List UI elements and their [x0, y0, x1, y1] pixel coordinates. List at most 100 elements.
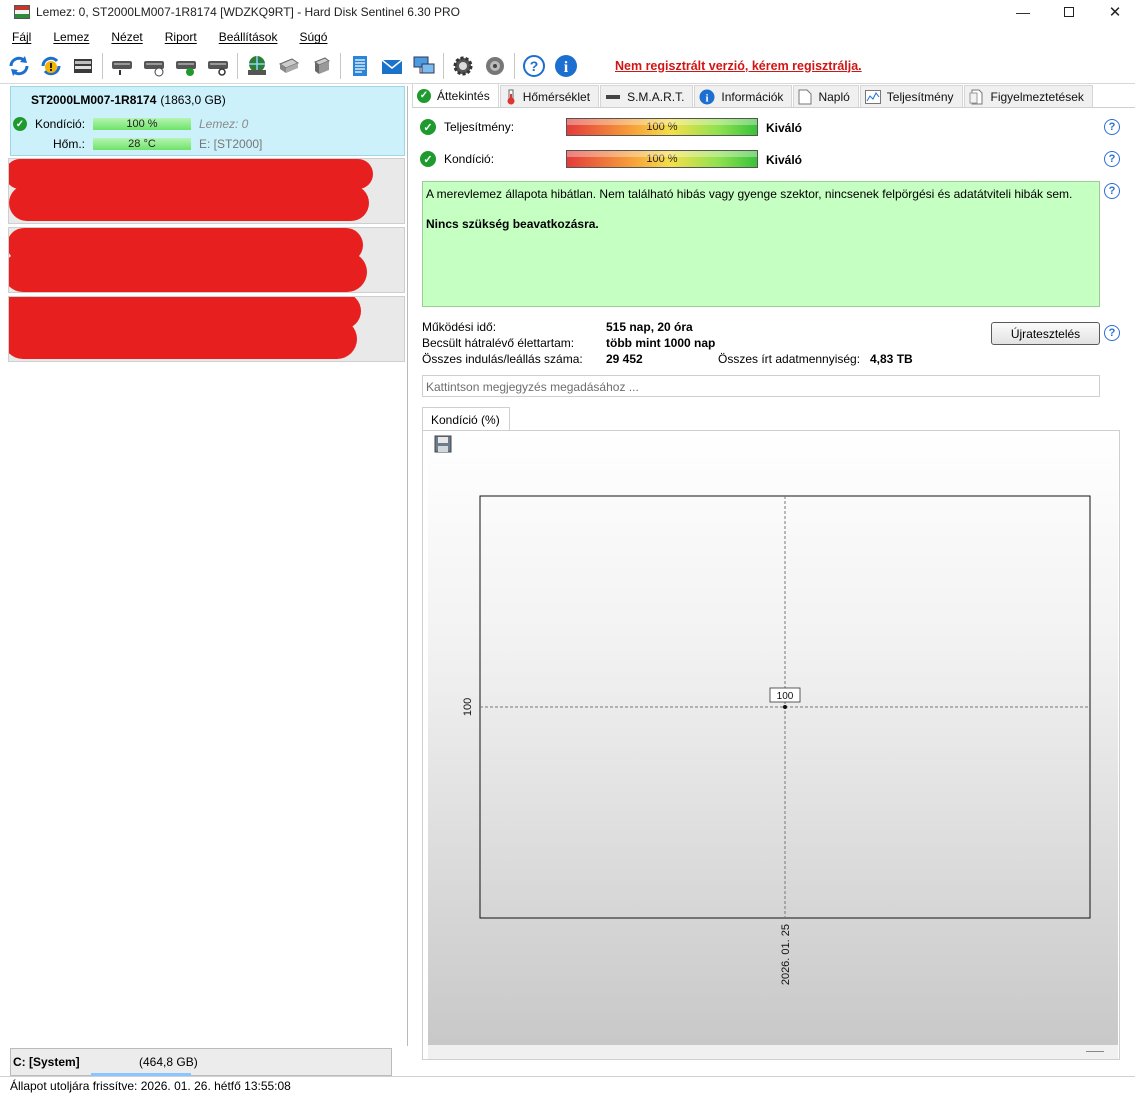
menu-settings[interactable]: Beállítások: [219, 30, 278, 44]
tab-alerts[interactable]: Figyelmeztetések: [963, 85, 1093, 107]
svg-text:i: i: [706, 92, 709, 104]
disk-schedule-icon[interactable]: [141, 53, 167, 79]
smart-icon: [605, 93, 621, 101]
menu-bar: Fájl Lemez Nézet Riport Beállítások Súgó: [0, 28, 1135, 46]
app-icon: [14, 5, 30, 19]
disk-list-icon[interactable]: [70, 53, 96, 79]
toolbar: ? i Nem regisztrált verzió, kérem regisz…: [0, 48, 1135, 84]
partition-name: C: [System]: [13, 1055, 80, 1069]
condition-row: ✓ Kondíció:: [420, 148, 494, 170]
help-icon[interactable]: ?: [1104, 183, 1120, 199]
refresh-alert-icon[interactable]: [38, 53, 64, 79]
maximize-button[interactable]: [1046, 0, 1092, 24]
check-icon: ✓: [420, 151, 436, 167]
chart-background: 100 100 2026. 01. 25: [428, 431, 1118, 1045]
disk-list-panel: ST2000LM007-1R8174 (1863,0 GB) ✓ Kondíció…: [8, 86, 408, 1076]
tab-overview[interactable]: ✓ Áttekintés: [412, 83, 499, 107]
refresh-icon[interactable]: [6, 53, 32, 79]
y-tick-label: 100: [462, 698, 474, 716]
log-icon: [798, 89, 812, 105]
disk-card-redacted[interactable]: [8, 227, 405, 293]
disk-card-redacted[interactable]: [8, 296, 405, 362]
power-on-label: Működési idő:: [422, 320, 497, 334]
toolbar-separator: [443, 52, 444, 79]
help-icon[interactable]: ?: [521, 53, 547, 79]
written-value: 4,83 TB: [870, 352, 913, 366]
lifetime-value: több mint 1000 nap: [606, 336, 716, 350]
disk-name: ST2000LM007-1R8174 (1863,0 GB): [31, 93, 226, 107]
tab-information[interactable]: i Információk: [694, 85, 793, 107]
chart-scrollbar[interactable]: [428, 1045, 1118, 1059]
sound-icon[interactable]: [482, 53, 508, 79]
disk-ok-icon[interactable]: [173, 53, 199, 79]
external-disk-icon[interactable]: [276, 53, 302, 79]
retest-button[interactable]: Újratesztelés: [991, 322, 1100, 345]
svg-text:?: ?: [530, 58, 539, 74]
report-icon[interactable]: [347, 53, 373, 79]
start-stop-label: Összes indulás/leállás száma:: [422, 352, 583, 366]
gear-icon[interactable]: [450, 53, 476, 79]
performance-icon: [864, 89, 881, 104]
disk-surface-test-icon[interactable]: [109, 53, 135, 79]
disk-index: Lemez: 0: [199, 117, 249, 131]
disk-temp-row: Hőm.:: [53, 136, 85, 152]
condition-label: Kondíció:: [35, 117, 86, 131]
minimize-button[interactable]: —: [1000, 0, 1046, 24]
x-tick-label: 2026. 01. 25: [780, 924, 792, 985]
check-icon: ✓: [13, 117, 27, 131]
tab-performance[interactable]: Teljesítmény: [859, 85, 963, 107]
disk-search-icon[interactable]: [205, 53, 231, 79]
status-message: A merevlemez állapota hibátlan. Nem talá…: [426, 187, 1073, 201]
network-report-icon[interactable]: [411, 53, 437, 79]
network-disk-icon[interactable]: [244, 53, 270, 79]
start-stop-value: 29 452: [606, 352, 643, 366]
disk-card-redacted[interactable]: [8, 158, 405, 224]
thermometer-icon: [505, 89, 517, 105]
status-bar: Állapot utoljára frissítve: 2026. 01. 26…: [0, 1076, 1135, 1094]
tab-log[interactable]: Napló: [793, 85, 859, 107]
lifetime-label: Becsült hátralévő élettartam:: [422, 336, 575, 350]
redaction-mark: [9, 319, 357, 359]
help-icon[interactable]: ?: [1104, 151, 1120, 167]
note-input[interactable]: Kattintson megjegyzés megadásához ...: [422, 375, 1100, 397]
chart-panel: 100 100 2026. 01. 25: [422, 430, 1120, 1060]
status-message-box: A merevlemez állapota hibátlan. Nem talá…: [422, 181, 1100, 307]
power-on-value: 515 nap, 20 óra: [606, 320, 693, 334]
data-label: 100: [777, 691, 794, 702]
tab-smart[interactable]: S.M.A.R.T.: [600, 85, 694, 107]
help-icon[interactable]: ?: [1104, 119, 1120, 135]
recommendation-text: Nincs szükség beavatkozásra.: [426, 217, 599, 231]
volume-label: E: [ST2000]: [199, 137, 263, 151]
disk-card-selected[interactable]: ST2000LM007-1R8174 (1863,0 GB) ✓ Kondíció…: [10, 86, 405, 156]
check-icon: ✓: [420, 119, 436, 135]
condition-bar: 100 %: [93, 118, 191, 130]
help-icon[interactable]: ?: [1104, 325, 1120, 341]
menu-help[interactable]: Súgó: [299, 30, 327, 44]
menu-disk[interactable]: Lemez: [53, 30, 89, 44]
alerts-icon: [969, 89, 985, 105]
email-icon[interactable]: [379, 53, 405, 79]
disk-condition-row: ✓ Kondíció:: [13, 116, 85, 132]
temperature-label: Hőm.:: [53, 137, 86, 151]
info-icon[interactable]: i: [553, 53, 579, 79]
menu-view[interactable]: Nézet: [111, 30, 142, 44]
redaction-mark: [9, 252, 367, 292]
close-button[interactable]: ✕: [1092, 0, 1135, 24]
registration-link[interactable]: Nem regisztrált verzió, kérem regisztrál…: [615, 59, 862, 73]
performance-row: ✓ Teljesítmény:: [420, 116, 514, 138]
tab-bar: ✓ Áttekintés Hőmérséklet S.M.A.R.T. i In…: [412, 83, 1135, 108]
usb-disk-icon[interactable]: [308, 53, 334, 79]
menu-report[interactable]: Riport: [165, 30, 197, 44]
data-point: [783, 705, 787, 709]
menu-file[interactable]: Fájl: [12, 30, 31, 44]
chart-tab-condition[interactable]: Kondíció (%): [422, 407, 510, 431]
performance-rating: Kiváló: [766, 121, 803, 135]
condition-chart: 100 100 2026. 01. 25: [462, 495, 1091, 985]
condition-rating: Kiváló: [766, 153, 803, 167]
partition-row[interactable]: C: [System] (464,8 GB): [10, 1048, 392, 1076]
condition-label: Kondíció:: [444, 152, 495, 166]
toolbar-separator: [237, 52, 238, 79]
performance-label: Teljesítmény:: [444, 120, 515, 134]
toolbar-separator: [514, 52, 515, 79]
tab-temperature[interactable]: Hőmérséklet: [499, 85, 600, 107]
